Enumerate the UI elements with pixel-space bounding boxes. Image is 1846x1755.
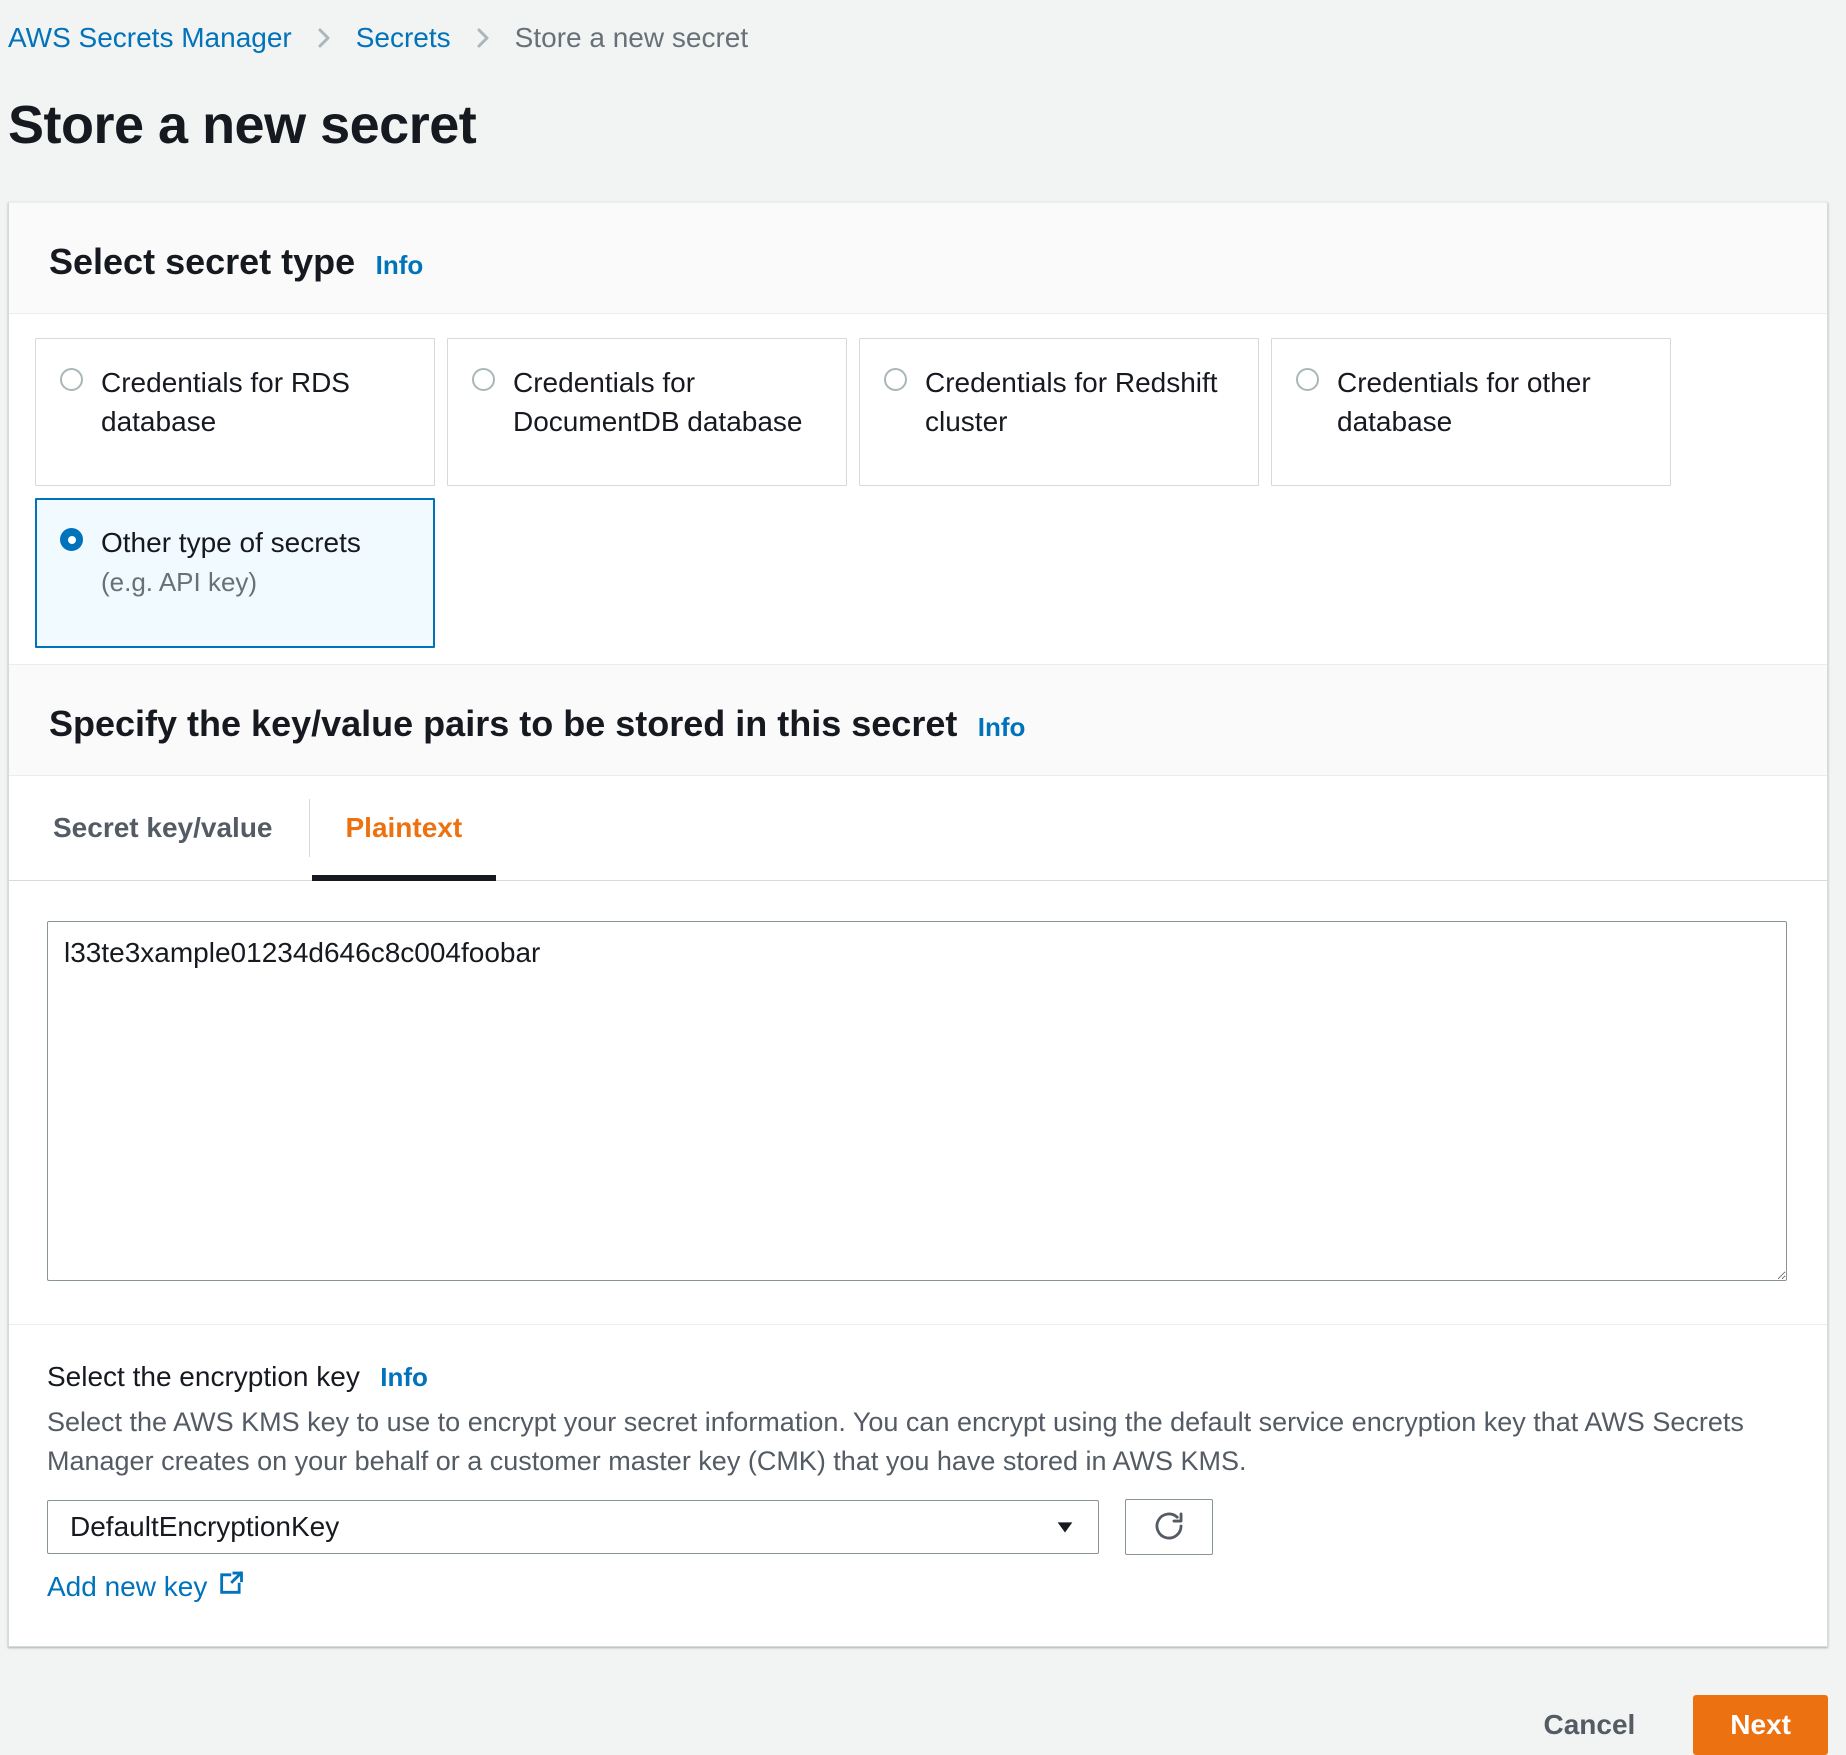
breadcrumb-current: Store a new secret (515, 22, 748, 54)
secret-type-options: Credentials for RDS database Credentials… (9, 314, 1827, 664)
breadcrumb-chevron-icon (471, 26, 495, 50)
plaintext-editor-wrap: l33te3xample01234d646c8c004foobar (9, 881, 1827, 1286)
radio-checked-icon[interactable] (60, 528, 83, 551)
tab-plaintext[interactable]: Plaintext (310, 776, 499, 880)
add-new-key-label: Add new key (47, 1571, 207, 1603)
store-secret-form-card: Select secret type Info Credentials for … (8, 202, 1828, 1647)
page-title: Store a new secret (8, 94, 1828, 156)
keyvalue-info-link[interactable]: Info (978, 712, 1026, 742)
option-label: Credentials for DocumentDB database (513, 363, 822, 441)
encryption-key-row: DefaultEncryptionKey (47, 1499, 1787, 1555)
option-label: Credentials for Redshift cluster (925, 363, 1234, 441)
keyvalue-section-header: Specify the key/value pairs to be stored… (9, 664, 1827, 776)
encryption-key-select[interactable]: DefaultEncryptionKey (47, 1500, 1099, 1554)
radio-unchecked-icon[interactable] (1296, 368, 1319, 391)
plaintext-secret-input[interactable]: l33te3xample01234d646c8c004foobar (47, 921, 1787, 1281)
breadcrumb-link-secrets-manager[interactable]: AWS Secrets Manager (8, 22, 292, 54)
breadcrumb-chevron-icon (312, 26, 336, 50)
secret-type-option-other-secrets[interactable]: Other type of secrets (e.g. API key) (35, 498, 435, 648)
encryption-key-selected-value: DefaultEncryptionKey (70, 1511, 339, 1543)
select-secret-type-title: Select secret type (49, 241, 355, 282)
radio-unchecked-icon[interactable] (884, 368, 907, 391)
select-secret-type-header: Select secret type Info (9, 203, 1827, 314)
encryption-key-section: Select the encryption key Info Select th… (9, 1325, 1827, 1646)
add-new-key-link[interactable]: Add new key (47, 1569, 245, 1604)
encryption-key-description: Select the AWS KMS key to use to encrypt… (47, 1403, 1787, 1481)
option-label: Credentials for other database (1337, 363, 1646, 441)
cancel-button[interactable]: Cancel (1533, 1697, 1645, 1753)
option-label: Credentials for RDS database (101, 363, 410, 441)
radio-unchecked-icon[interactable] (472, 368, 495, 391)
wizard-footer: Cancel Next (8, 1695, 1828, 1755)
refresh-icon (1152, 1509, 1186, 1546)
next-button[interactable]: Next (1693, 1695, 1828, 1755)
breadcrumb: AWS Secrets Manager Secrets Store a new … (8, 22, 1828, 54)
refresh-keys-button[interactable] (1125, 1499, 1213, 1555)
radio-unchecked-icon[interactable] (60, 368, 83, 391)
secret-value-tabs: Secret key/value Plaintext (9, 776, 1827, 881)
secret-type-option-rds[interactable]: Credentials for RDS database (35, 338, 435, 486)
external-link-icon (217, 1569, 245, 1604)
encryption-key-info-link[interactable]: Info (380, 1362, 428, 1392)
tab-secret-keyvalue[interactable]: Secret key/value (53, 776, 309, 880)
option-label: Other type of secrets (101, 523, 361, 562)
chevron-down-icon (1054, 1516, 1076, 1538)
store-new-secret-page: AWS Secrets Manager Secrets Store a new … (0, 0, 1846, 1704)
keyvalue-section-title: Specify the key/value pairs to be stored… (49, 703, 957, 744)
breadcrumb-link-secrets[interactable]: Secrets (356, 22, 451, 54)
secret-type-info-link[interactable]: Info (376, 250, 424, 280)
option-sublabel: (e.g. API key) (101, 564, 361, 602)
encryption-key-label: Select the encryption key (47, 1361, 360, 1392)
secret-type-option-redshift[interactable]: Credentials for Redshift cluster (859, 338, 1259, 486)
secret-type-option-documentdb[interactable]: Credentials for DocumentDB database (447, 338, 847, 486)
secret-type-option-other-database[interactable]: Credentials for other database (1271, 338, 1671, 486)
